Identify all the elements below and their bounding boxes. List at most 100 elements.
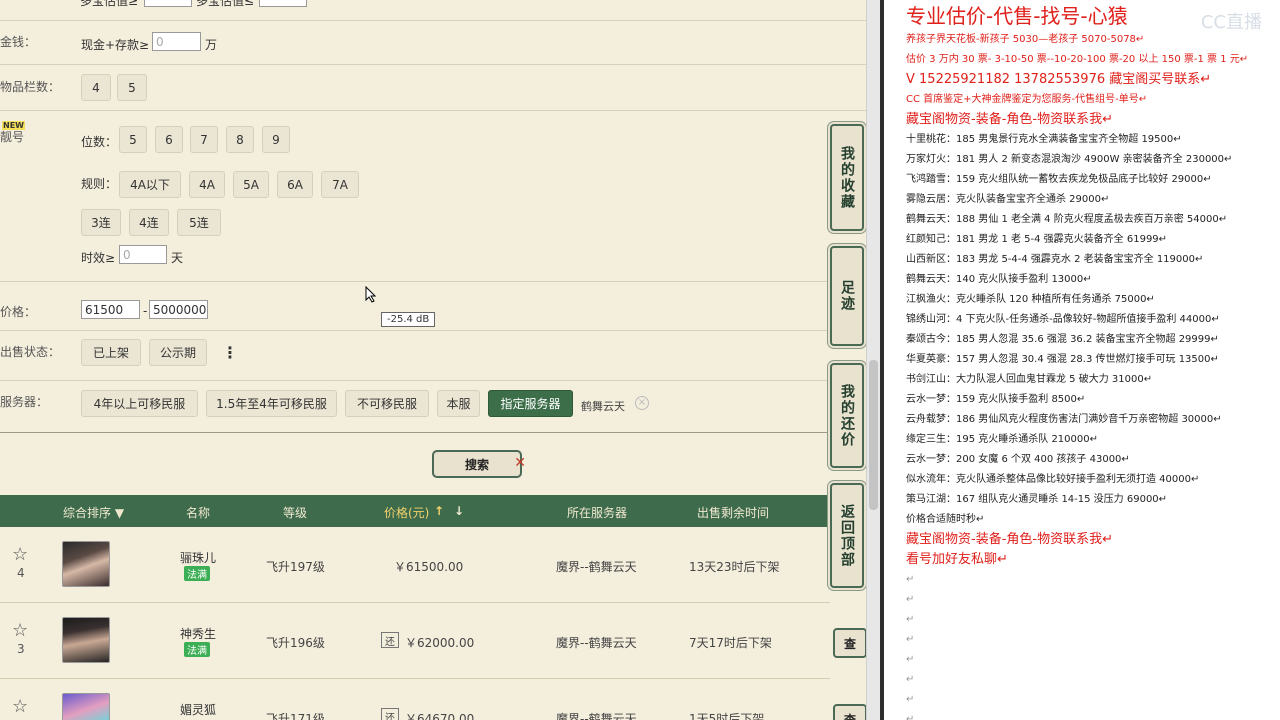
side-tab-label: 我的收藏	[839, 145, 855, 210]
server-option-specified[interactable]: 指定服务器	[488, 390, 573, 417]
table-row[interactable]: ☆ 4 骊珠儿 法满 飞升197级 ￥61500.00 魔界--鹤舞云天 13天…	[0, 528, 830, 603]
notes-line: 秦颂古今：185 男人忽混 35.6 强混 36.2 装备宝宝齐全物超 2999…	[906, 334, 1219, 345]
role-tag: 法满	[184, 566, 210, 581]
notes-line: ↵	[906, 594, 915, 605]
validity-input[interactable]	[119, 245, 167, 264]
notes-line: 飞鸿踏雪：159 克火组队统一蓄牧去疾龙免极品底子比较好 29000↵	[906, 174, 1212, 185]
role-name[interactable]: 媚灵狐	[180, 701, 216, 718]
price-min-input[interactable]	[81, 300, 140, 319]
search-button[interactable]: 搜索 ✕	[432, 450, 526, 478]
role-name[interactable]: 骊珠儿	[180, 549, 216, 566]
table-row[interactable]: ☆ 3 神秀生 法满 飞升196级 还 ￥62000.00 魔界--鹤舞云天 7…	[0, 604, 866, 679]
rule-option-4a-below[interactable]: 4A以下	[119, 171, 181, 198]
role-name[interactable]: 神秀生	[180, 625, 216, 642]
sort-price[interactable]: 价格(元)	[384, 504, 429, 521]
listing-panel: 多宝估值≥ 多宝估值≤ 金钱： 现金+存款≥ 万 物品栏数： 4 5 NEW 靓…	[0, 0, 866, 720]
valuation-max-input[interactable]	[259, 0, 307, 7]
avatar[interactable]	[62, 617, 110, 663]
rule-option-6a[interactable]: 6A	[277, 171, 313, 198]
money-sub-label: 现金+存款≥	[81, 38, 150, 52]
server-option-non-migratable[interactable]: 不可移民服	[345, 390, 429, 417]
role-server: 魔界--鹤舞云天	[556, 712, 637, 720]
status-option-listed[interactable]: 已上架	[81, 339, 141, 366]
favorite-star-icon[interactable]: ☆	[12, 620, 28, 641]
divider	[0, 110, 866, 111]
clear-server-icon[interactable]: ×	[635, 396, 649, 410]
view-button[interactable]: 查	[833, 704, 866, 720]
consec-option-5[interactable]: 5连	[177, 209, 221, 236]
selected-server: 鹤舞云天	[581, 400, 625, 413]
price-max-input[interactable]	[149, 300, 208, 319]
col-level: 等级	[283, 506, 308, 520]
notes-line: 鹤舞云天：140 克火队接手盈利 13000↵	[906, 274, 1092, 285]
role-server: 魔界--鹤舞云天	[556, 636, 637, 650]
favorite-star-icon[interactable]: ☆	[12, 696, 28, 717]
role-price: ￥62000.00	[405, 636, 475, 650]
notes-line: 估价 3 万内 30 票- 3-10-50 票--10-20-100 票-20 …	[906, 54, 1249, 65]
side-tab-label: 返回顶部	[839, 503, 855, 568]
notes-line: ↵	[906, 674, 915, 685]
notes-line: 似水流年：克火队通杀整体品像比较好接手盈利无须打造 40000↵	[906, 474, 1200, 485]
side-tab-back-to-top[interactable]: 返回顶部	[830, 483, 864, 588]
sort-rank[interactable]: 综合排序 ▼	[63, 504, 124, 521]
digits-option-6[interactable]: 6	[155, 126, 183, 153]
view-button[interactable]: 查	[833, 628, 866, 658]
money-label: 金钱：	[0, 35, 37, 49]
notes-line: 藏宝阁物资-装备-角色-物资联系我↵	[906, 112, 1113, 127]
role-level: 飞升197级	[266, 560, 325, 574]
side-tab-my-bargains[interactable]: 我的还价	[830, 363, 864, 468]
money-input[interactable]	[152, 32, 201, 51]
notes-line: 江枫渔火：克火睡杀队 120 种植所有任务通杀 75000↵	[906, 294, 1155, 305]
divider	[0, 281, 866, 282]
server-option-migratable-1-5y[interactable]: 1.5年至4年可移民服	[206, 390, 337, 417]
notes-line: 山西新区：183 男龙 5-4-4 强霹克水 2 老装备宝宝齐全 119000↵	[906, 254, 1204, 265]
more-options-icon[interactable]: ⋮	[222, 343, 238, 362]
notes-line: 云水一梦：159 克火队接手盈利 8500↵	[906, 394, 1086, 405]
role-tag: 法满	[184, 642, 210, 657]
consec-option-3[interactable]: 3连	[81, 209, 121, 236]
mouse-cursor-icon	[365, 286, 377, 303]
role-level: 飞升171级	[266, 712, 325, 720]
table-row[interactable]: ☆ 媚灵狐 飞升171级 还 ￥64670.00 魔界--鹤舞云天 1天5时后下…	[0, 680, 866, 720]
valuation-min-input[interactable]	[144, 0, 192, 7]
scrollbar-thumb[interactable]	[869, 360, 878, 510]
rule-option-5a[interactable]: 5A	[233, 171, 269, 198]
notes-line: 万家灯火：181 男人 2 新变态混浪淘沙 4900W 亲密装备齐全 23000…	[906, 154, 1233, 165]
avatar[interactable]	[62, 541, 110, 587]
server-option-this-server[interactable]: 本服	[437, 390, 480, 417]
digits-option-7[interactable]: 7	[190, 126, 218, 153]
digits-option-9[interactable]: 9	[262, 126, 290, 153]
notes-line: 价格合适随时秒↵	[906, 514, 985, 525]
role-price: ￥64670.00	[405, 712, 475, 720]
notes-line: 红颜知己：181 男龙 1 老 5-4 强霹克火装备齐全 61999↵	[906, 234, 1168, 245]
side-tab-footprint[interactable]: 足迹	[830, 246, 864, 346]
favorite-count: 4	[17, 566, 25, 580]
validity-label: 时效≥	[81, 251, 116, 265]
inventory-option-4[interactable]: 4	[81, 74, 111, 101]
role-time-left: 1天5时后下架	[689, 712, 765, 720]
notes-line: 锦绣山河：4 下克火队-任务通杀-品像较好-物超所值接手盈利 44000↵	[906, 314, 1220, 325]
close-icon: ✕	[514, 455, 526, 471]
notes-lines: 养孩子界天花板-新孩子 5030—老孩子 5070-5078↵ 估价 3 万内 3…	[906, 30, 1280, 720]
rule-option-4a[interactable]: 4A	[189, 171, 225, 198]
avatar[interactable]	[62, 693, 110, 720]
status-option-public[interactable]: 公示期	[149, 339, 207, 366]
notes-line: ↵	[906, 634, 915, 645]
scrollbar[interactable]	[866, 0, 880, 720]
col-server: 所在服务器	[567, 506, 628, 520]
inventory-option-5[interactable]: 5	[117, 74, 147, 101]
role-price: ￥61500.00	[394, 560, 464, 574]
divider	[0, 432, 866, 433]
digits-option-8[interactable]: 8	[226, 126, 254, 153]
side-tab-favorites[interactable]: 我的收藏	[830, 124, 864, 231]
rule-option-7a[interactable]: 7A	[321, 171, 359, 198]
consec-option-4[interactable]: 4连	[129, 209, 169, 236]
notes-document: CC直播 专业估价-代售-找号-心猿 养孩子界天花板-新孩子 5030—老孩子 …	[884, 0, 1280, 720]
valuation-min-label: 多宝估值≥	[80, 0, 139, 8]
price-desc-icon[interactable]: ↓	[454, 504, 464, 518]
favorite-star-icon[interactable]: ☆	[12, 544, 28, 565]
price-asc-icon[interactable]: ↑	[434, 504, 444, 518]
digits-option-5[interactable]: 5	[119, 126, 147, 153]
money-unit: 万	[205, 38, 218, 52]
server-option-migratable-4y[interactable]: 4年以上可移民服	[81, 390, 198, 417]
